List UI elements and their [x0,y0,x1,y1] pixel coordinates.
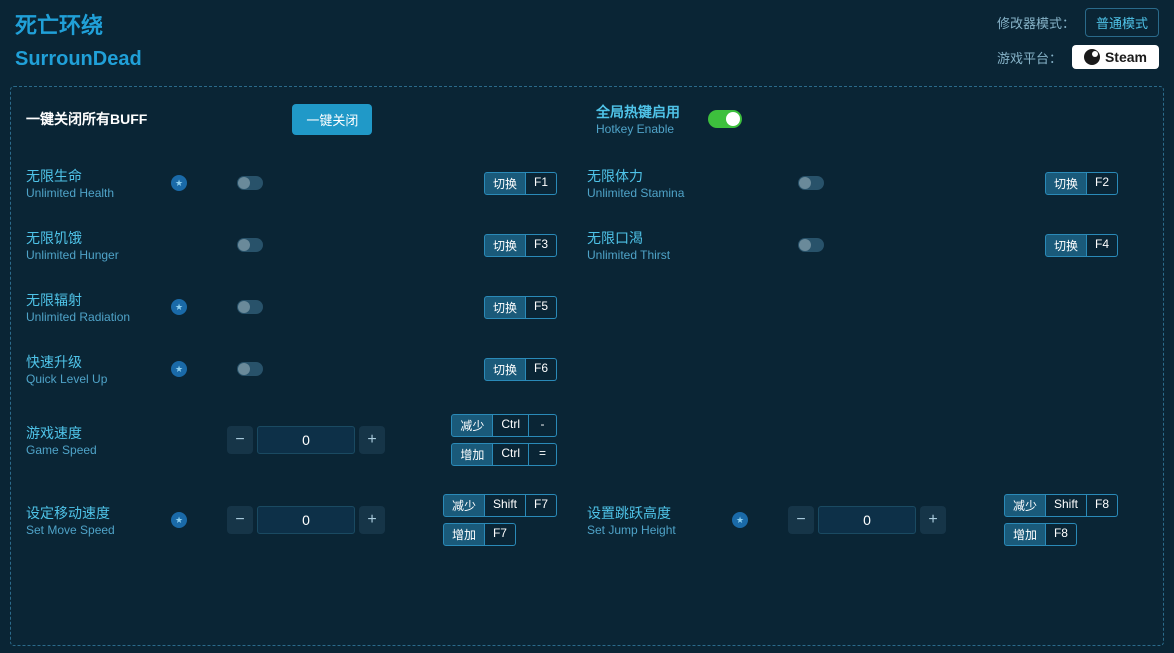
movespeed-dec-hotkey[interactable]: 减少 Shift F7 [443,494,557,517]
jumpheight-decrease-button[interactable]: − [788,506,814,534]
movespeed-label-en: Set Move Speed [26,523,181,537]
options-panel: 一键关闭所有BUFF 一键关闭 全局热键启用 Hotkey Enable 无限生… [10,86,1164,646]
thirst-label-cn: 无限口渴 [587,228,742,248]
health-label-en: Unlimited Health [26,186,181,200]
platform-label: 游戏平台： [997,48,1062,67]
gamespeed-decrease-button[interactable]: − [227,426,253,454]
disable-all-label: 一键关闭所有BUFF [26,109,147,129]
levelup-toggle[interactable] [237,362,263,376]
thirst-label-en: Unlimited Thirst [587,248,742,262]
levelup-label-cn: 快速升级 [26,352,181,372]
movespeed-label-cn: 设定移动速度 [26,503,181,523]
movespeed-increase-button[interactable]: + [359,506,385,534]
movespeed-decrease-button[interactable]: − [227,506,253,534]
levelup-label-en: Quick Level Up [26,372,181,386]
radiation-toggle[interactable] [237,300,263,314]
hotkey-enable-cn: 全局热键启用 [596,102,680,122]
stamina-label-cn: 无限体力 [587,166,742,186]
radiation-label-en: Unlimited Radiation [26,310,181,324]
stamina-label-en: Unlimited Stamina [587,186,742,200]
mode-select-button[interactable]: 普通模式 [1085,8,1159,37]
levelup-hotkey[interactable]: 切换 F6 [484,358,557,381]
gamespeed-label-en: Game Speed [26,443,181,457]
jumpheight-inc-hotkey[interactable]: 增加 F8 [1004,523,1118,546]
thirst-hotkey[interactable]: 切换 F4 [1045,234,1118,257]
jumpheight-label-cn: 设置跳跃高度 [587,503,742,523]
jumpheight-increase-button[interactable]: + [920,506,946,534]
disable-all-button[interactable]: 一键关闭 [292,104,372,135]
movespeed-value[interactable]: 0 [257,506,355,534]
stamina-toggle[interactable] [798,176,824,190]
gamespeed-increase-button[interactable]: + [359,426,385,454]
game-title-en: SurrounDead [15,48,142,71]
health-label-cn: 无限生命 [26,166,181,186]
stamina-hotkey[interactable]: 切换 F2 [1045,172,1118,195]
jumpheight-value[interactable]: 0 [818,506,916,534]
platform-value: Steam [1105,49,1147,65]
star-icon: ★ [171,361,187,377]
star-icon: ★ [732,512,748,528]
steam-icon [1084,49,1100,65]
health-hotkey[interactable]: 切换 F1 [484,172,557,195]
game-title-cn: 死亡环绕 [15,8,142,40]
jumpheight-label-en: Set Jump Height [587,523,742,537]
gamespeed-dec-hotkey[interactable]: 减少 Ctrl - [451,414,557,437]
radiation-label-cn: 无限辐射 [26,290,181,310]
hotkey-enable-toggle[interactable] [708,110,742,128]
thirst-toggle[interactable] [798,238,824,252]
gamespeed-inc-hotkey[interactable]: 增加 Ctrl = [451,443,557,466]
jumpheight-dec-hotkey[interactable]: 减少 Shift F8 [1004,494,1118,517]
platform-steam-button[interactable]: Steam [1072,45,1159,69]
hunger-label-en: Unlimited Hunger [26,248,181,262]
star-icon: ★ [171,175,187,191]
hunger-hotkey[interactable]: 切换 F3 [484,234,557,257]
hunger-label-cn: 无限饥饿 [26,228,181,248]
radiation-hotkey[interactable]: 切换 F5 [484,296,557,319]
star-icon: ★ [171,299,187,315]
hunger-toggle[interactable] [237,238,263,252]
health-toggle[interactable] [237,176,263,190]
gamespeed-value[interactable]: 0 [257,426,355,454]
hotkey-enable-en: Hotkey Enable [596,122,680,136]
mode-label: 修改器模式： [997,13,1075,32]
star-icon: ★ [171,512,187,528]
movespeed-inc-hotkey[interactable]: 增加 F7 [443,523,557,546]
gamespeed-label-cn: 游戏速度 [26,423,181,443]
